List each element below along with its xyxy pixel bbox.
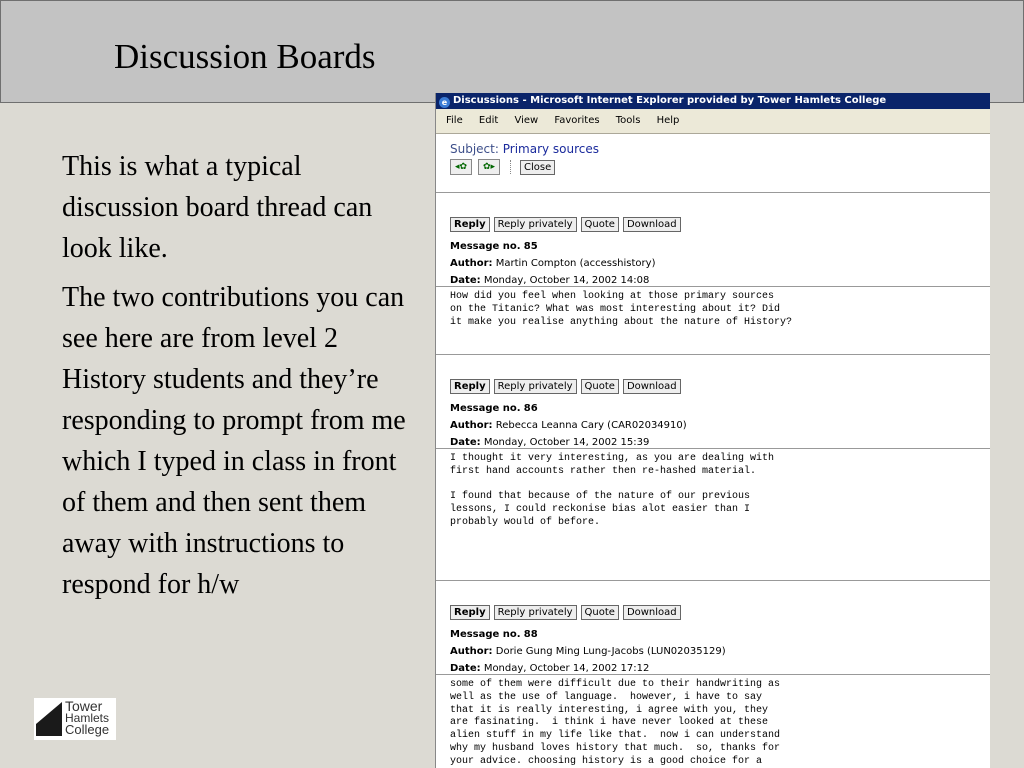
- separator: [510, 160, 512, 174]
- logo-text: Tower Hamlets College: [65, 699, 110, 737]
- browser-title-bar[interactable]: e Discussions - Microsoft Internet Explor…: [436, 93, 990, 109]
- thread-nav: ◂✿ ✿▸ Close: [450, 159, 990, 175]
- author-label: Author:: [450, 420, 493, 431]
- window-title: Discussions - Microsoft Internet Explore…: [453, 95, 887, 106]
- download-button[interactable]: Download: [622, 217, 681, 232]
- message-body: How did you feel when looking at those p…: [450, 291, 793, 328]
- message-no-label: Message no.: [450, 629, 521, 640]
- slide-paragraph: The two contributions you can see here a…: [62, 282, 406, 600]
- logo-mark-icon: [36, 702, 62, 736]
- message-date: Monday, October 14, 2002 17:12: [483, 663, 650, 674]
- reply-privately-button[interactable]: Reply privately: [493, 217, 577, 232]
- subject-line: Subject: Primary sources: [450, 142, 990, 156]
- author-name: Dorie Gung Ming Lung-Jacobs (LUN02035129…: [495, 646, 726, 657]
- menu-tools[interactable]: Tools: [616, 115, 641, 126]
- browser-window: e Discussions - Microsoft Internet Explor…: [435, 93, 990, 768]
- message-date: Monday, October 14, 2002 15:39: [483, 437, 650, 448]
- message-number: 88: [523, 629, 538, 640]
- message-no-label: Message no.: [450, 241, 521, 252]
- prev-arrow-icon[interactable]: ◂✿: [450, 159, 472, 175]
- slide-title-bar: Discussion Boards: [0, 0, 1024, 103]
- reply-button[interactable]: Reply: [450, 605, 490, 620]
- quote-button[interactable]: Quote: [580, 379, 619, 394]
- download-button[interactable]: Download: [622, 605, 681, 620]
- message-body: some of them were difficult due to their…: [450, 679, 781, 767]
- reply-privately-button[interactable]: Reply privately: [493, 605, 577, 620]
- author-name: Rebecca Leanna Cary (CAR02034910): [495, 420, 687, 431]
- menu-bar: File Edit View Favorites Tools Help: [436, 109, 990, 134]
- divider: [436, 192, 990, 193]
- quote-button[interactable]: Quote: [580, 605, 619, 620]
- menu-view[interactable]: View: [514, 115, 538, 126]
- reply-button[interactable]: Reply: [450, 217, 490, 232]
- ie-logo-icon: e: [439, 97, 450, 108]
- message-88: Reply Reply privately Quote Download Messag…: [450, 602, 726, 677]
- date-label: Date:: [450, 275, 481, 286]
- date-label: Date:: [450, 663, 481, 674]
- divider: [436, 580, 990, 581]
- message-85: Reply Reply privately Quote Download Messag…: [450, 214, 685, 289]
- author-label: Author:: [450, 258, 493, 269]
- divider: [436, 448, 990, 449]
- thread-content: Subject: Primary sources ◂✿ ✿▸ Close: [436, 134, 990, 175]
- message-number: 86: [523, 403, 538, 414]
- author-name: Martin Compton (accesshistory): [495, 258, 656, 269]
- subject-value: Primary sources: [502, 142, 600, 156]
- divider: [436, 354, 990, 355]
- reply-privately-button[interactable]: Reply privately: [493, 379, 577, 394]
- slide-title: Discussion Boards: [114, 37, 376, 76]
- reply-button[interactable]: Reply: [450, 379, 490, 394]
- menu-help[interactable]: Help: [657, 115, 680, 126]
- divider: [436, 286, 990, 287]
- date-label: Date:: [450, 437, 481, 448]
- divider: [436, 674, 990, 675]
- close-button[interactable]: Close: [520, 159, 556, 175]
- author-label: Author:: [450, 646, 493, 657]
- college-logo: Tower Hamlets College: [34, 698, 116, 740]
- subject-label: Subject:: [450, 142, 499, 156]
- menu-edit[interactable]: Edit: [479, 115, 498, 126]
- menu-favorites[interactable]: Favorites: [554, 115, 599, 126]
- slide-body: This is what a typical discussion board …: [62, 146, 422, 613]
- message-86: Reply Reply privately Quote Download Messag…: [450, 376, 687, 451]
- message-number: 85: [523, 241, 538, 252]
- message-no-label: Message no.: [450, 403, 521, 414]
- download-button[interactable]: Download: [622, 379, 681, 394]
- message-body: I thought it very interesting, as you ar…: [450, 453, 775, 528]
- logo-line: College: [65, 722, 110, 737]
- menu-file[interactable]: File: [446, 115, 463, 126]
- next-arrow-icon[interactable]: ✿▸: [478, 159, 500, 175]
- message-date: Monday, October 14, 2002 14:08: [483, 275, 650, 286]
- quote-button[interactable]: Quote: [580, 217, 619, 232]
- slide-paragraph: This is what a typical discussion board …: [62, 151, 373, 264]
